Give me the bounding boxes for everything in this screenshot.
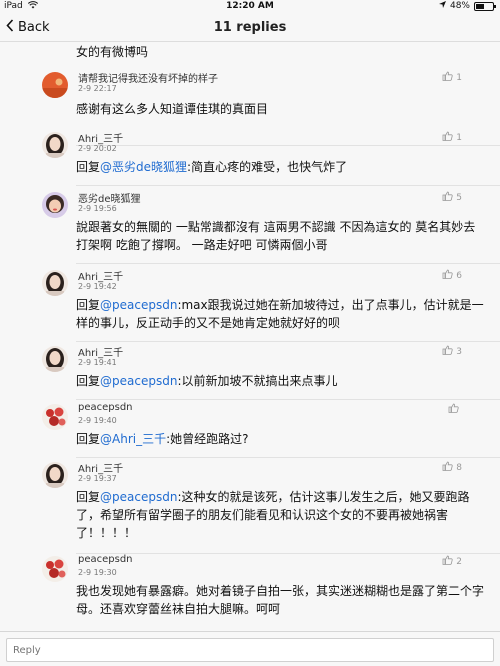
divider [76,185,500,186]
divider [76,399,500,400]
comment-item: Ahri_三千 2-9 19:37 8 回复@peacepsdn:这种女的就是该… [0,460,500,556]
comment-body: 說跟著女的無關的 一點常識都沒有 這兩男不認識 不因為這女的 莫名其妙去打架啊 … [76,218,486,254]
mention-link[interactable]: @peacepsdn [100,490,177,504]
reply-prefix: 回复 [76,374,101,388]
avatar[interactable] [42,132,68,158]
thumbs-up-icon [442,131,453,144]
comment-time: 2-9 19:40 [78,416,117,425]
continued-comment-text: 女的有微博吗 [76,45,149,59]
comment-text: 感谢有这么多人知道谭佳琪的真面目 [76,102,269,116]
like-count: 3 [456,346,462,357]
comment-author[interactable]: Ahri_三千 [78,460,123,475]
mention-link[interactable]: @Ahri_三千 [100,432,166,446]
mention-link[interactable]: @peacepsdn [100,298,177,312]
thumbs-up-icon [442,71,453,84]
comment-body: 我也发现她有暴露癖。她对着镜子自拍一张，其实迷迷糊糊也是露了第二个字母。还喜欢穿… [76,582,486,618]
comment-item: Ahri_三千 2-9 19:42 6 回复@peacepsdn:max跟我说过… [0,268,500,348]
thumbs-up-icon [448,403,459,416]
like-count: 1 [456,72,462,83]
reply-prefix: 回复 [76,490,101,504]
comment-author[interactable]: peacepsdn [78,402,133,413]
comment-text: :她曾经跑路过? [166,432,249,446]
comment-text: 說跟著女的無關的 一點常識都沒有 這兩男不認識 不因為這女的 莫名其妙去打架啊 … [76,220,476,252]
like-count: 1 [456,132,462,143]
comment-item: Ahri_三千 2-9 19:41 3 回复@peacepsdn:以前新加坡不就… [0,344,500,404]
mention-link[interactable]: @恶劣de晓狐狸 [100,160,187,174]
thumbs-up-icon [442,555,453,568]
like-button[interactable]: 1 [442,71,462,84]
divider [76,457,500,458]
like-button[interactable]: 1 [442,131,462,144]
comment-time: 2-9 22:17 [78,84,117,93]
battery-icon [474,1,496,11]
page-title: 11 replies [213,20,287,35]
avatar[interactable] [42,346,68,372]
avatar[interactable] [42,556,68,582]
comment-time: 2-9 19:42 [78,282,117,291]
like-count: 5 [456,192,462,203]
like-button[interactable] [448,403,462,416]
comment-author[interactable]: Ahri_三千 [78,344,123,359]
like-button[interactable]: 5 [442,191,462,204]
divider [76,341,500,342]
like-count: 2 [456,556,462,567]
comment-item: 恶劣de晓狐狸 2-9 19:56 5 說跟著女的無關的 一點常識都沒有 這兩男… [0,190,500,266]
comment-text: :以前新加坡不就搞出来点事儿 [177,374,338,388]
battery-percent: 48% [449,1,470,11]
reply-prefix: 回复 [76,298,101,312]
thumbs-up-icon [442,345,453,358]
replies-list[interactable]: 女的有微博吗 请帮我记得我还没有坏掉的样子 2-9 22:17 1 感谢有这么多… [0,43,500,631]
like-button[interactable]: 8 [442,461,462,474]
comment-text: 我也发现她有暴露癖。她对着镜子自拍一张，其实迷迷糊糊也是露了第二个字母。还喜欢穿… [76,584,485,616]
status-bar: iPad 12:20 AM 48% [0,0,500,14]
reply-prefix: 回复 [76,160,101,174]
reply-input[interactable] [6,638,494,662]
comment-item: peacepsdn 2-9 19:40 回复@Ahri_三千:她曾经跑路过? [0,402,500,462]
avatar[interactable] [42,270,68,296]
location-icon [438,1,446,11]
reply-bar [0,631,500,666]
comment-body: 回复@Ahri_三千:她曾经跑路过? [76,430,486,448]
comment-item: peacepsdn 2-9 19:30 2 我也发现她有暴露癖。她对着镜子自拍一… [0,554,500,630]
nav-bar: Back 11 replies [0,14,500,42]
clock: 12:20 AM [226,1,274,11]
comment-time: 2-9 19:37 [78,474,117,483]
comment-body: 回复@恶劣de晓狐狸:简直心疼的难受，也快气炸了 [76,158,486,176]
comment-time: 2-9 20:02 [78,144,117,153]
comment-author[interactable]: Ahri_三千 [78,130,123,145]
comment-body: 感谢有这么多人知道谭佳琪的真面目 [76,100,486,118]
comment-body: 回复@peacepsdn:以前新加坡不就搞出来点事儿 [76,372,486,390]
comment-text: :简直心疼的难受，也快气炸了 [187,160,348,174]
comment-author[interactable]: Ahri_三千 [78,268,123,283]
comment-body: 回复@peacepsdn:这种女的就是该死，估计这事儿发生之后，她又要跑路了，希… [76,488,486,542]
avatar[interactable] [42,462,68,488]
comment-author[interactable]: 请帮我记得我还没有坏掉的样子 [78,70,218,85]
avatar[interactable] [42,72,68,98]
avatar[interactable] [42,192,68,218]
comment-time: 2-9 19:30 [78,568,117,577]
like-button[interactable]: 6 [442,269,462,282]
thumbs-up-icon [442,191,453,204]
thumbs-up-icon [442,269,453,282]
avatar[interactable] [42,404,68,430]
mention-link[interactable]: @peacepsdn [100,374,177,388]
comment-author[interactable]: 恶劣de晓狐狸 [78,190,141,205]
divider [76,263,500,264]
comment-item: Ahri_三千 2-9 20:02 1 回复@恶劣de晓狐狸:简直心疼的难受，也… [0,130,500,190]
like-count: 6 [456,270,462,281]
like-button[interactable]: 3 [442,345,462,358]
comment-body: 回复@peacepsdn:max跟我说过她在新加坡待过，出了点事儿，估计就是一样… [76,296,486,332]
reply-prefix: 回复 [76,432,101,446]
comment-time: 2-9 19:41 [78,358,117,367]
like-button[interactable]: 2 [442,555,462,568]
comment-author[interactable]: peacepsdn [78,554,133,565]
like-count: 8 [456,462,462,473]
comment-time: 2-9 19:56 [78,204,117,213]
thumbs-up-icon [442,461,453,474]
